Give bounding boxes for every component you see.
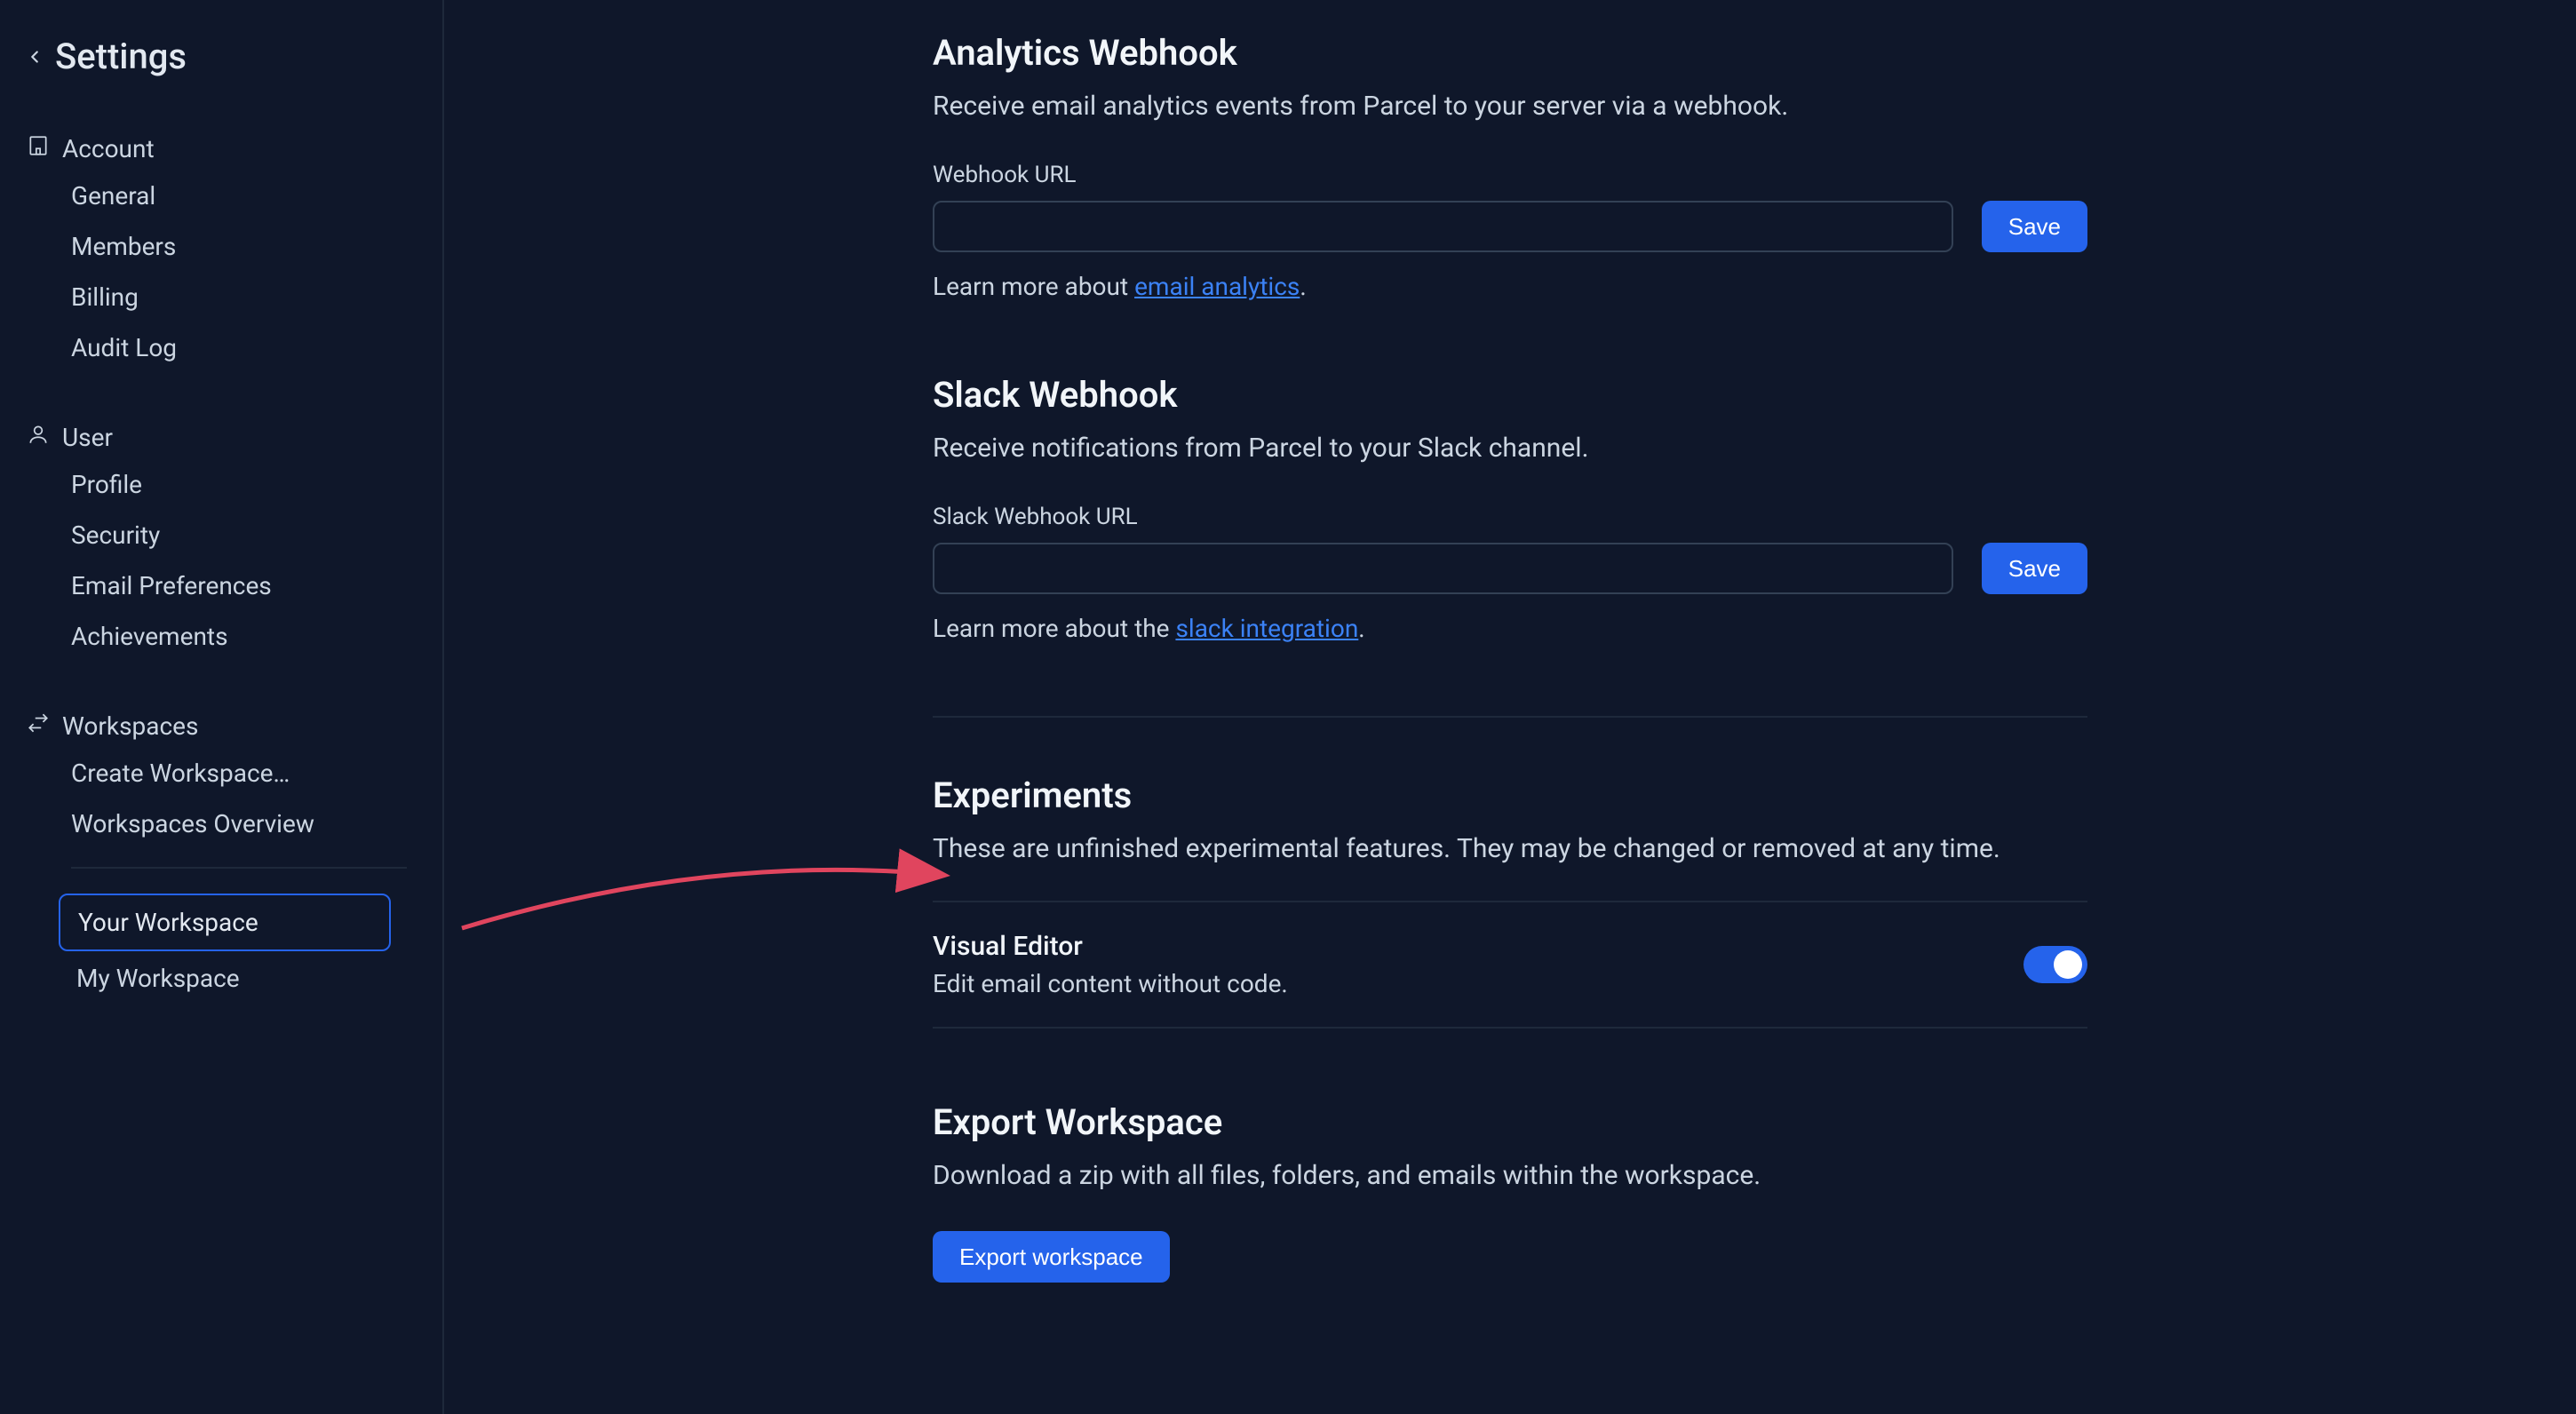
switch-icon — [27, 711, 50, 741]
chevron-left-icon — [25, 47, 44, 67]
section-header-workspaces: Workspaces — [25, 704, 414, 748]
helper-text: Learn more about email analytics. — [933, 272, 2087, 301]
experiment-toggle[interactable] — [2023, 946, 2087, 983]
export-workspace-button[interactable]: Export workspace — [933, 1231, 1170, 1283]
section-label: Workspaces — [62, 711, 198, 741]
save-button[interactable]: Save — [1982, 543, 2087, 594]
slack-webhook-url-input[interactable] — [933, 543, 1953, 594]
helper-link[interactable]: email analytics — [1134, 272, 1300, 301]
user-items: Profile Security Email Preferences Achie… — [25, 459, 414, 662]
section-header-user: User — [25, 416, 414, 459]
sidebar-item-create-workspace[interactable]: Create Workspace… — [71, 748, 414, 798]
sidebar-item-security[interactable]: Security — [71, 510, 414, 560]
section-subtitle: These are unfinished experimental featur… — [933, 829, 2087, 869]
webhook-url-input[interactable] — [933, 201, 1953, 252]
form-row: Slack Webhook URL Save — [933, 504, 2087, 594]
main-inner: Analytics Webhook Receive email analytic… — [933, 0, 2087, 1414]
sidebar-item-email-preferences[interactable]: Email Preferences — [71, 560, 414, 611]
sidebar-item-profile[interactable]: Profile — [71, 459, 414, 510]
section-subtitle: Receive email analytics events from Parc… — [933, 86, 2087, 126]
sidebar-item-billing[interactable]: Billing — [71, 272, 414, 322]
export-workspace-section: Export Workspace Download a zip with all… — [933, 1101, 2087, 1283]
workspace-entry-selected[interactable]: Your Workspace — [59, 894, 391, 951]
helper-suffix: . — [1300, 272, 1306, 301]
settings-main: Analytics Webhook Receive email analytic… — [444, 0, 2576, 1414]
sidebar-item-members[interactable]: Members — [71, 221, 414, 272]
section-label: User — [62, 423, 113, 452]
section-title: Slack Webhook — [933, 374, 2087, 416]
page-title: Settings — [55, 36, 187, 77]
sidebar-item-general[interactable]: General — [71, 171, 414, 221]
app-root: Settings Account General Members Billing… — [0, 0, 2576, 1414]
settings-sidebar: Settings Account General Members Billing… — [0, 0, 444, 1414]
divider — [933, 716, 2087, 718]
toggle-knob — [2054, 950, 2082, 979]
helper-prefix: Learn more about the — [933, 614, 1175, 643]
section-title: Experiments — [933, 775, 2087, 816]
helper-text: Learn more about the slack integration. — [933, 614, 2087, 643]
slack-webhook-section: Slack Webhook Receive notifications from… — [933, 374, 2087, 643]
account-items: General Members Billing Audit Log — [25, 171, 414, 373]
analytics-webhook-section: Analytics Webhook Receive email analytic… — [933, 32, 2087, 301]
section-subtitle: Download a zip with all files, folders, … — [933, 1156, 2087, 1196]
save-button[interactable]: Save — [1982, 201, 2087, 252]
experiment-info: Visual Editor Edit email content without… — [933, 931, 1288, 998]
experiment-title: Visual Editor — [933, 931, 1288, 962]
experiments-section: Experiments These are unfinished experim… — [933, 775, 2087, 1029]
sidebar-item-achievements[interactable]: Achievements — [71, 611, 414, 662]
section-title: Export Workspace — [933, 1101, 2087, 1143]
back-to-app[interactable]: Settings — [25, 36, 414, 77]
helper-suffix: . — [1358, 614, 1364, 643]
section-header-account: Account — [25, 127, 414, 171]
form-row: Webhook URL Save — [933, 162, 2087, 252]
field-label: Slack Webhook URL — [933, 504, 1953, 530]
field-label: Webhook URL — [933, 162, 1953, 188]
experiment-row: Visual Editor Edit email content without… — [933, 901, 2087, 1029]
section-subtitle: Receive notifications from Parcel to you… — [933, 428, 2087, 468]
experiment-desc: Edit email content without code. — [933, 969, 1288, 998]
sidebar-item-workspaces-overview[interactable]: Workspaces Overview — [71, 798, 414, 849]
section-title: Analytics Webhook — [933, 32, 2087, 74]
divider — [71, 867, 407, 869]
sidebar-item-audit-log[interactable]: Audit Log — [71, 322, 414, 373]
helper-link[interactable]: slack integration — [1175, 614, 1358, 643]
helper-prefix: Learn more about — [933, 272, 1134, 301]
workspace-entry[interactable]: My Workspace — [59, 951, 414, 1005]
section-label: Account — [62, 134, 155, 163]
building-icon — [27, 134, 50, 163]
workspaces-items: Create Workspace… Workspaces Overview — [25, 748, 414, 849]
user-icon — [27, 423, 50, 452]
